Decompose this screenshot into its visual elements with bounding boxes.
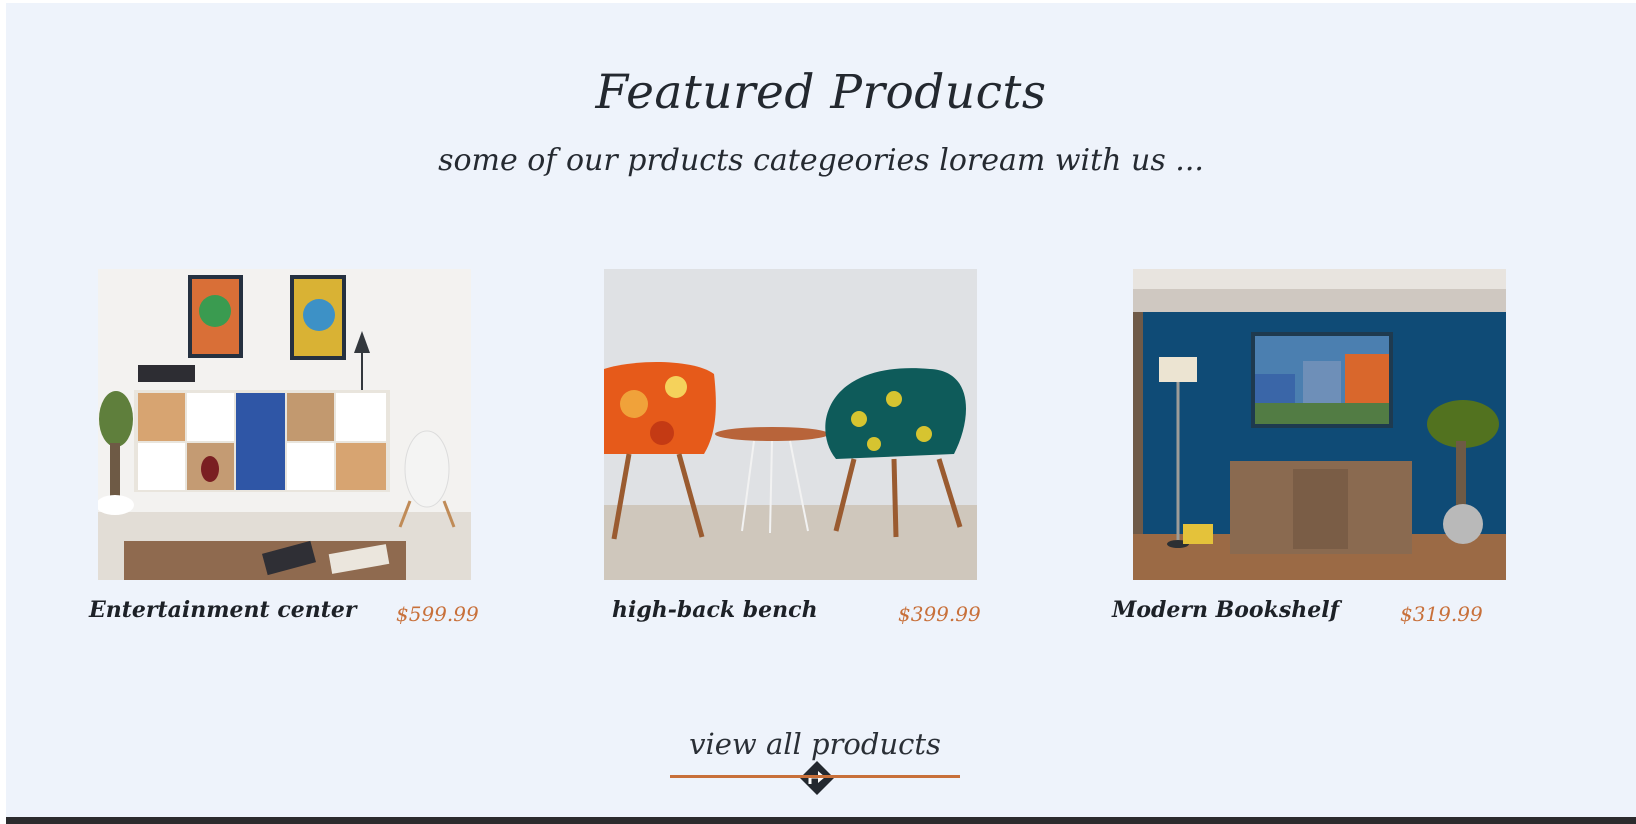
section-title: Featured Products	[595, 65, 1047, 120]
view-all-products-link[interactable]: view all products	[670, 725, 960, 795]
featured-products-section: Featured Products some of our prducts ca…	[6, 3, 1636, 824]
view-all-products-label: view all products	[689, 727, 941, 761]
product-image-entertainment-center[interactable]	[98, 269, 471, 580]
product-price: $399.99	[898, 602, 981, 626]
product-price: $599.99	[396, 602, 479, 626]
footer-bar	[6, 817, 1636, 824]
product-name[interactable]: Entertainment center	[89, 597, 357, 623]
turn-right-arrow-icon	[799, 760, 835, 796]
product-image-modern-bookshelf[interactable]	[1133, 269, 1506, 580]
product-name[interactable]: high-back bench	[612, 597, 818, 623]
section-subtitle: some of our prducts categeories loream w…	[438, 143, 1204, 178]
product-price: $319.99	[1400, 602, 1483, 626]
view-all-underline	[670, 775, 960, 778]
product-image-high-back-bench[interactable]	[604, 269, 977, 580]
product-name[interactable]: Modern Bookshelf	[1112, 597, 1339, 623]
